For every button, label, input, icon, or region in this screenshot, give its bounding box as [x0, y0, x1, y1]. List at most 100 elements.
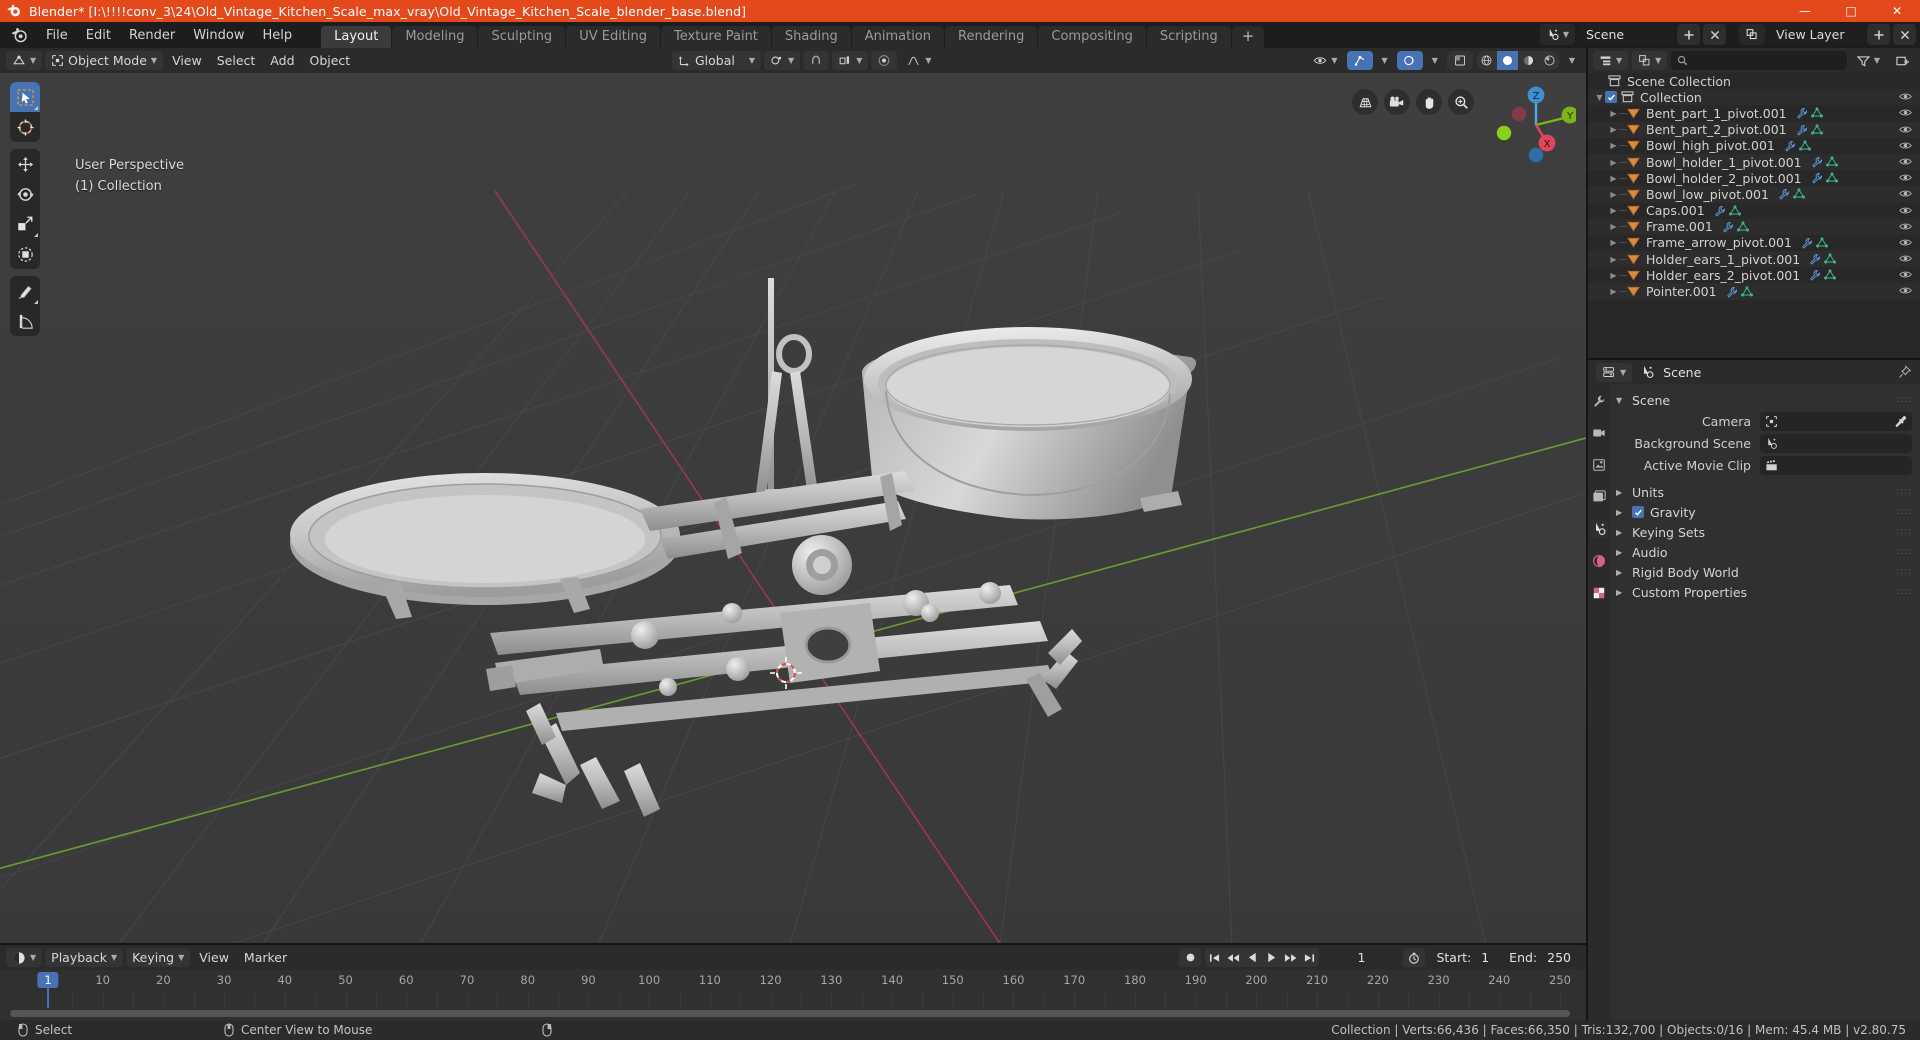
timeline-scrollbar[interactable] — [10, 1010, 1570, 1017]
pin-icon[interactable] — [1898, 365, 1912, 379]
play-reverse-button[interactable] — [1243, 948, 1262, 967]
frame-end-field[interactable]: End: 250 — [1500, 948, 1580, 967]
expand-triangle-icon[interactable]: ▼ — [1594, 93, 1605, 102]
mesh-data-icon[interactable] — [1825, 172, 1838, 184]
move-tool[interactable] — [10, 149, 40, 179]
view-layer-name-field[interactable]: View Layer — [1768, 24, 1864, 45]
outliner-editor-type-selector[interactable]: ▼ — [1593, 51, 1629, 70]
properties-section-custom-properties[interactable]: ▶ Custom Properties :::: — [1610, 582, 1920, 602]
workspace-tab-shading[interactable]: Shading — [771, 26, 851, 48]
background-scene-field[interactable] — [1760, 434, 1912, 453]
scene-name-field[interactable]: Scene — [1578, 24, 1674, 45]
play-button[interactable] — [1262, 948, 1281, 967]
visibility-eye-icon[interactable] — [1899, 236, 1912, 249]
pan-view-icon[interactable] — [1416, 89, 1442, 115]
xray-toggle-button[interactable] — [1446, 51, 1473, 70]
visibility-eye-icon[interactable] — [1899, 171, 1912, 184]
rotate-tool[interactable] — [10, 179, 40, 209]
expand-triangle-icon[interactable]: ▶ — [1608, 255, 1619, 264]
collection-checkbox[interactable] — [1605, 91, 1617, 104]
properties-section-gravity[interactable]: ▶ Gravity :::: — [1610, 502, 1920, 522]
workspace-tab-layout[interactable]: Layout — [321, 26, 392, 48]
jump-to-start-button[interactable] — [1205, 948, 1224, 967]
camera-field[interactable] — [1760, 412, 1912, 431]
proportional-falloff-selector[interactable]: ▼ — [900, 51, 937, 70]
mesh-data-icon[interactable] — [1824, 253, 1837, 265]
timeline-menu-keying[interactable]: Keying ▼ — [126, 948, 191, 967]
workspace-tab-texture-paint[interactable]: Texture Paint — [661, 26, 771, 48]
properties-tab-view-layer[interactable] — [1590, 488, 1608, 506]
visibility-eye-icon[interactable] — [1899, 90, 1912, 103]
modifier-wrench-icon[interactable] — [1796, 107, 1808, 120]
expand-triangle-icon[interactable]: ▶ — [1608, 271, 1619, 280]
use-preview-range-button[interactable] — [1403, 948, 1426, 967]
workspace-tab-animation[interactable]: Animation — [851, 26, 944, 48]
pivot-point-selector[interactable]: ▼ — [764, 51, 801, 70]
timeline-menu-playback[interactable]: Playback ▼ — [45, 948, 124, 967]
workspace-tab-sculpting[interactable]: Sculpting — [478, 26, 566, 48]
expand-triangle-icon[interactable]: ▶ — [1608, 158, 1619, 167]
outliner-row-collection[interactable]: ▼ Collection — [1588, 89, 1920, 106]
properties-editor-type-selector[interactable]: ▼ — [1596, 362, 1633, 382]
snap-target-selector[interactable]: ▼ — [832, 51, 869, 70]
properties-tab-world[interactable] — [1590, 552, 1608, 570]
properties-tab-output[interactable] — [1590, 456, 1608, 474]
editor-type-selector[interactable]: ▼ — [6, 51, 43, 70]
transform-tool[interactable] — [10, 239, 40, 269]
workspace-tab-rendering[interactable]: Rendering — [945, 26, 1038, 48]
menu-edit[interactable]: Edit — [77, 25, 120, 46]
visibility-eye-icon[interactable] — [1899, 139, 1912, 152]
scene-browse-dropdown[interactable]: ▼ — [1539, 24, 1575, 45]
cursor-tool[interactable] — [10, 112, 40, 142]
transform-orientation-selector[interactable]: Global ▼ — [672, 51, 762, 70]
viewport-menu-object[interactable]: Object — [304, 51, 357, 70]
modifier-wrench-icon[interactable] — [1809, 269, 1821, 281]
viewport-menu-view[interactable]: View — [166, 51, 208, 70]
properties-editor[interactable]: ▼ Scene ▼ Scene:::: Camera Background S… — [1588, 360, 1920, 1020]
visibility-eye-icon[interactable] — [1899, 187, 1912, 200]
outliner-row-object[interactable]: ▶ Bowl_holder_2_pivot.001 — [1588, 170, 1920, 186]
shading-options-dropdown[interactable]: ▼ — [1563, 51, 1581, 70]
properties-section-rigid-body-world[interactable]: ▶ Rigid Body World :::: — [1610, 562, 1920, 582]
outliner-row-object[interactable]: ▶ Frame.001 — [1588, 218, 1920, 235]
modifier-wrench-icon[interactable] — [1809, 253, 1821, 265]
remove-view-layer-button[interactable] — [1893, 24, 1916, 45]
modifier-wrench-icon[interactable] — [1784, 140, 1796, 152]
new-view-layer-button[interactable] — [1867, 24, 1890, 45]
snap-toggle-button[interactable] — [803, 51, 830, 70]
mesh-data-icon[interactable] — [1810, 124, 1823, 136]
outliner-display-mode-selector[interactable]: ▼ — [1632, 51, 1668, 70]
modifier-wrench-icon[interactable] — [1811, 156, 1823, 168]
view-layer-browse-dropdown[interactable] — [1739, 24, 1765, 45]
timeline-editor-type-selector[interactable]: ▼ — [6, 948, 43, 967]
axis-navigation-gizmo[interactable]: Z Y X — [1492, 81, 1576, 165]
mesh-data-icon[interactable] — [1792, 188, 1805, 200]
properties-tab-tool[interactable] — [1590, 392, 1608, 410]
close-button[interactable]: ✕ — [1874, 0, 1920, 22]
properties-section-audio[interactable]: ▶ Audio :::: — [1610, 542, 1920, 562]
timeline-body[interactable]: 1 10 20 30 40 50 60 70 80 90 100 110 120 130 140 150 160… — [0, 970, 1592, 1020]
menu-file[interactable]: File — [37, 25, 77, 46]
modifier-wrench-icon[interactable] — [1811, 172, 1823, 184]
minimize-button[interactable]: — — [1782, 0, 1828, 22]
outliner-editor[interactable]: ▼ ▼ ▼ Scene Collection ▼ Collection ▶ Be… — [1588, 48, 1920, 358]
visibility-eye-icon[interactable] — [1899, 252, 1912, 265]
shading-material-preview-button[interactable] — [1518, 51, 1539, 70]
mesh-data-icon[interactable] — [1798, 140, 1811, 152]
mesh-data-icon[interactable] — [1728, 205, 1741, 217]
visibility-eye-icon[interactable] — [1899, 155, 1912, 168]
shading-solid-button[interactable] — [1496, 51, 1518, 70]
scale-tool[interactable] — [10, 209, 40, 239]
outliner-row-scene-collection[interactable]: Scene Collection — [1588, 73, 1920, 89]
outliner-row-object[interactable]: ▶ Holder_ears_1_pivot.001 — [1588, 251, 1920, 268]
tweak-select-box-tool[interactable] — [10, 82, 40, 112]
toggle-orthographic-icon[interactable] — [1352, 89, 1378, 115]
outliner-row-object[interactable]: ▶ Bowl_holder_1_pivot.001 — [1588, 153, 1920, 171]
timeline-menu-marker[interactable]: Marker — [238, 948, 293, 967]
outliner-new-collection-button[interactable] — [1890, 51, 1915, 70]
menu-render[interactable]: Render — [120, 25, 184, 46]
viewport-menu-add[interactable]: Add — [264, 51, 300, 70]
overlays-options-dropdown[interactable]: ▼ — [1426, 51, 1444, 70]
menu-help[interactable]: Help — [254, 25, 302, 46]
3d-viewport[interactable]: User Perspective (1) Collection Z Y X — [0, 73, 1586, 945]
